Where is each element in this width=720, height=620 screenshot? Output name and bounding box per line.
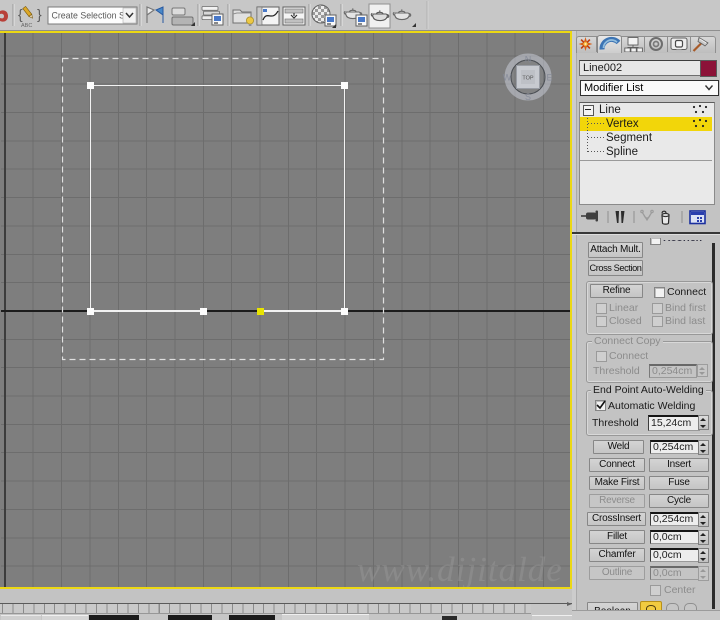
svg-text:{: { (18, 6, 23, 22)
svg-text:N: N (525, 55, 532, 65)
svg-text:TOP: TOP (522, 76, 534, 82)
svg-text:}: } (37, 6, 42, 22)
svg-text:S: S (525, 92, 531, 102)
svg-text:W: W (503, 73, 512, 83)
svg-text:E: E (546, 73, 552, 83)
svg-text:Create Selection Se: Create Selection Se (52, 11, 130, 21)
svg-text:ABC: ABC (21, 23, 32, 29)
